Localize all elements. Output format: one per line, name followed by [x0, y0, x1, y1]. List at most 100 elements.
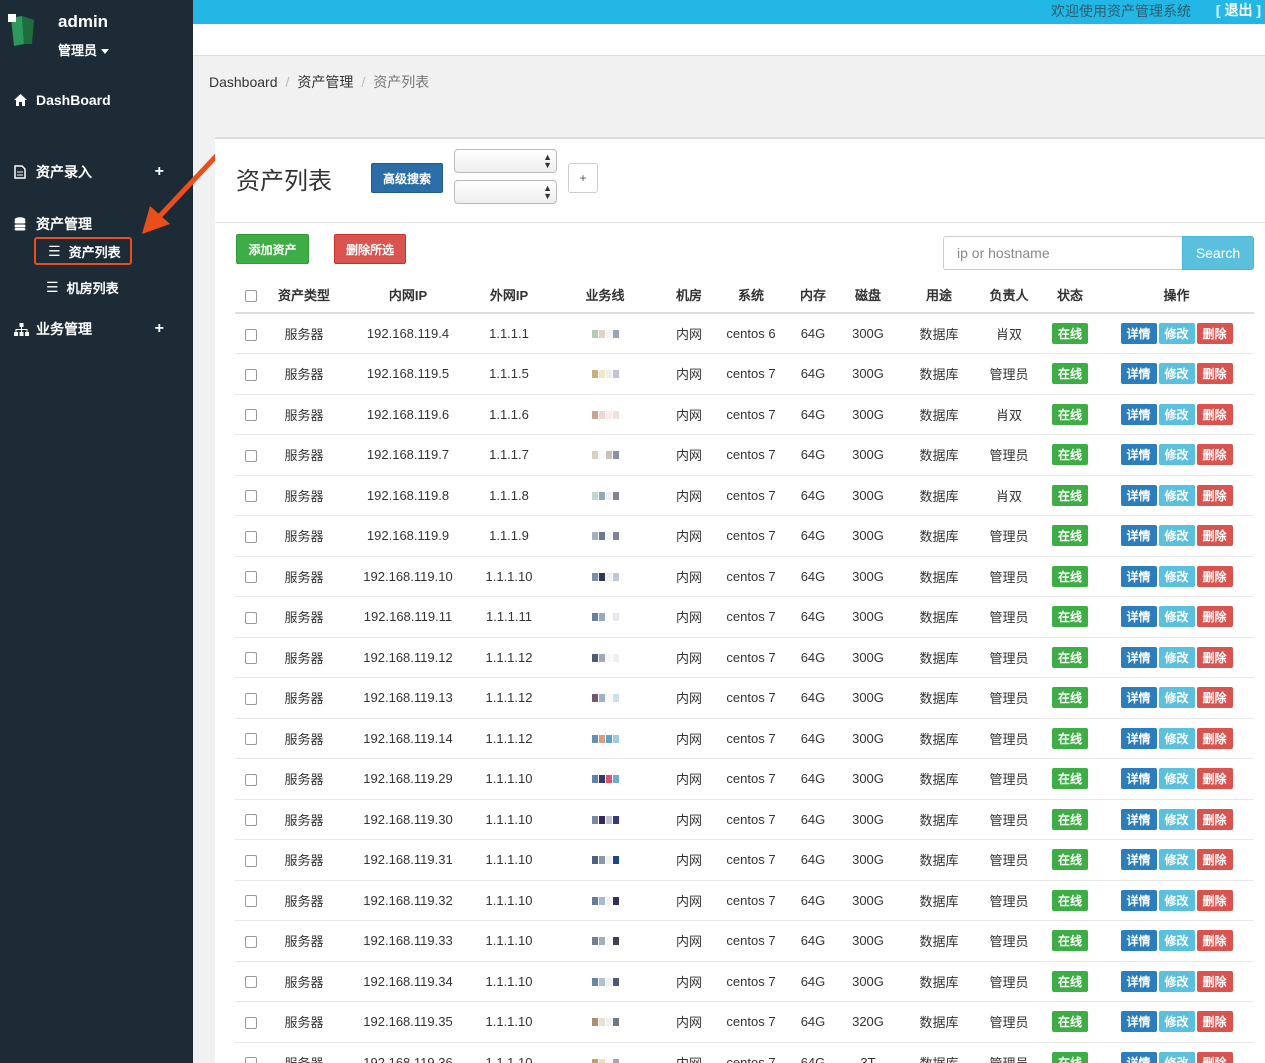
delete-button[interactable]: 删除	[1196, 1011, 1233, 1033]
delete-button[interactable]: 删除	[1196, 768, 1233, 790]
row-checkbox[interactable]	[245, 409, 257, 422]
delete-button[interactable]: 删除	[1196, 323, 1233, 344]
row-checkbox[interactable]	[245, 368, 257, 381]
detail-button[interactable]: 详情	[1120, 768, 1157, 790]
nav-business-management[interactable]: 业务管理 +	[14, 317, 184, 341]
advanced-search-button[interactable]: 高级搜索	[371, 163, 443, 193]
delete-button[interactable]: 删除	[1196, 889, 1233, 911]
search-input[interactable]: ip or hostname	[943, 236, 1182, 270]
filter-field-select[interactable]: ▲ ▼	[454, 149, 557, 173]
detail-button[interactable]: 详情	[1120, 849, 1157, 871]
row-checkbox[interactable]	[245, 895, 257, 908]
row-checkbox[interactable]	[245, 652, 257, 665]
edit-button[interactable]: 修改	[1158, 565, 1195, 587]
delete-button[interactable]: 删除	[1196, 525, 1233, 547]
column-header[interactable]: 内网IP	[341, 277, 475, 314]
detail-button[interactable]: 详情	[1120, 403, 1157, 425]
edit-button[interactable]: 修改	[1158, 323, 1195, 344]
delete-button[interactable]: 删除	[1196, 363, 1233, 385]
row-checkbox[interactable]	[245, 976, 257, 989]
logout-link[interactable]: [ 退出 ]	[1216, 0, 1261, 20]
search-button[interactable]: Search	[1182, 236, 1254, 270]
row-checkbox[interactable]	[245, 328, 257, 341]
delete-button[interactable]: 删除	[1196, 930, 1233, 952]
column-header[interactable]: 负责人	[977, 277, 1041, 314]
column-header[interactable]: 业务线	[543, 277, 667, 314]
edit-button[interactable]: 修改	[1158, 687, 1195, 709]
edit-button[interactable]: 修改	[1158, 646, 1195, 668]
plus-icon[interactable]: +	[155, 317, 164, 341]
detail-button[interactable]: 详情	[1120, 727, 1157, 749]
delete-button[interactable]: 删除	[1196, 646, 1233, 668]
detail-button[interactable]: 详情	[1120, 687, 1157, 709]
row-checkbox[interactable]	[245, 854, 257, 867]
delete-button[interactable]: 删除	[1196, 970, 1233, 992]
delete-button[interactable]: 删除	[1196, 849, 1233, 871]
row-checkbox[interactable]	[245, 490, 257, 503]
delete-button[interactable]: 删除	[1196, 1051, 1233, 1063]
breadcrumb-home[interactable]: Dashboard	[209, 74, 278, 90]
delete-button[interactable]: 删除	[1196, 727, 1233, 749]
column-header[interactable]: 磁盘	[835, 277, 901, 314]
row-checkbox[interactable]	[245, 733, 257, 746]
edit-button[interactable]: 修改	[1158, 970, 1195, 992]
edit-button[interactable]: 修改	[1158, 484, 1195, 506]
row-checkbox[interactable]	[245, 773, 257, 786]
row-checkbox[interactable]	[245, 449, 257, 462]
edit-button[interactable]: 修改	[1158, 930, 1195, 952]
column-header[interactable]: 资产类型	[267, 277, 341, 314]
nav-asset-list[interactable]: ☰ 资产列表	[34, 237, 132, 265]
delete-button[interactable]: 删除	[1196, 444, 1233, 466]
edit-button[interactable]: 修改	[1158, 444, 1195, 466]
filter-value-select[interactable]: ▲ ▼	[454, 180, 557, 204]
detail-button[interactable]: 详情	[1120, 930, 1157, 952]
row-checkbox[interactable]	[245, 935, 257, 948]
edit-button[interactable]: 修改	[1158, 606, 1195, 628]
row-checkbox[interactable]	[245, 611, 257, 624]
edit-button[interactable]: 修改	[1158, 363, 1195, 385]
detail-button[interactable]: 详情	[1120, 970, 1157, 992]
column-header[interactable]: 状态	[1041, 277, 1099, 314]
column-header[interactable]: 系统	[711, 277, 791, 314]
add-filter-button[interactable]: +	[568, 163, 598, 193]
user-name[interactable]: admin	[58, 12, 108, 32]
nav-room-list[interactable]: ☰ 机房列表	[34, 273, 132, 301]
delete-button[interactable]: 删除	[1196, 484, 1233, 506]
detail-button[interactable]: 详情	[1120, 363, 1157, 385]
row-checkbox[interactable]	[245, 692, 257, 705]
nav-dashboard[interactable]: DashBoard	[14, 88, 184, 112]
detail-button[interactable]: 详情	[1120, 606, 1157, 628]
select-all-checkbox[interactable]	[245, 289, 257, 302]
user-role-dropdown[interactable]: 管理员	[58, 40, 110, 59]
column-header[interactable]: 外网IP	[475, 277, 543, 314]
delete-button[interactable]: 删除	[1196, 606, 1233, 628]
detail-button[interactable]: 详情	[1120, 1051, 1157, 1063]
column-header[interactable]: 内存	[791, 277, 835, 314]
delete-button[interactable]: 删除	[1196, 687, 1233, 709]
delete-selected-button[interactable]: 删除所选	[334, 234, 406, 264]
column-header[interactable]: 用途	[901, 277, 977, 314]
detail-button[interactable]: 详情	[1120, 484, 1157, 506]
delete-button[interactable]: 删除	[1196, 808, 1233, 830]
row-checkbox[interactable]	[245, 1057, 257, 1063]
edit-button[interactable]: 修改	[1158, 1011, 1195, 1033]
breadcrumb-section[interactable]: 资产管理	[297, 74, 353, 90]
row-checkbox[interactable]	[245, 1016, 257, 1029]
edit-button[interactable]: 修改	[1158, 889, 1195, 911]
detail-button[interactable]: 详情	[1120, 444, 1157, 466]
detail-button[interactable]: 详情	[1120, 646, 1157, 668]
edit-button[interactable]: 修改	[1158, 1051, 1195, 1063]
row-checkbox[interactable]	[245, 530, 257, 543]
edit-button[interactable]: 修改	[1158, 768, 1195, 790]
row-checkbox[interactable]	[245, 571, 257, 584]
edit-button[interactable]: 修改	[1158, 849, 1195, 871]
add-asset-button[interactable]: 添加资产	[236, 234, 309, 264]
column-header[interactable]: 机房	[667, 277, 711, 314]
delete-button[interactable]: 删除	[1196, 403, 1233, 425]
detail-button[interactable]: 详情	[1120, 808, 1157, 830]
detail-button[interactable]: 详情	[1120, 1011, 1157, 1033]
edit-button[interactable]: 修改	[1158, 403, 1195, 425]
delete-button[interactable]: 删除	[1196, 565, 1233, 587]
row-checkbox[interactable]	[245, 814, 257, 827]
detail-button[interactable]: 详情	[1120, 323, 1157, 344]
